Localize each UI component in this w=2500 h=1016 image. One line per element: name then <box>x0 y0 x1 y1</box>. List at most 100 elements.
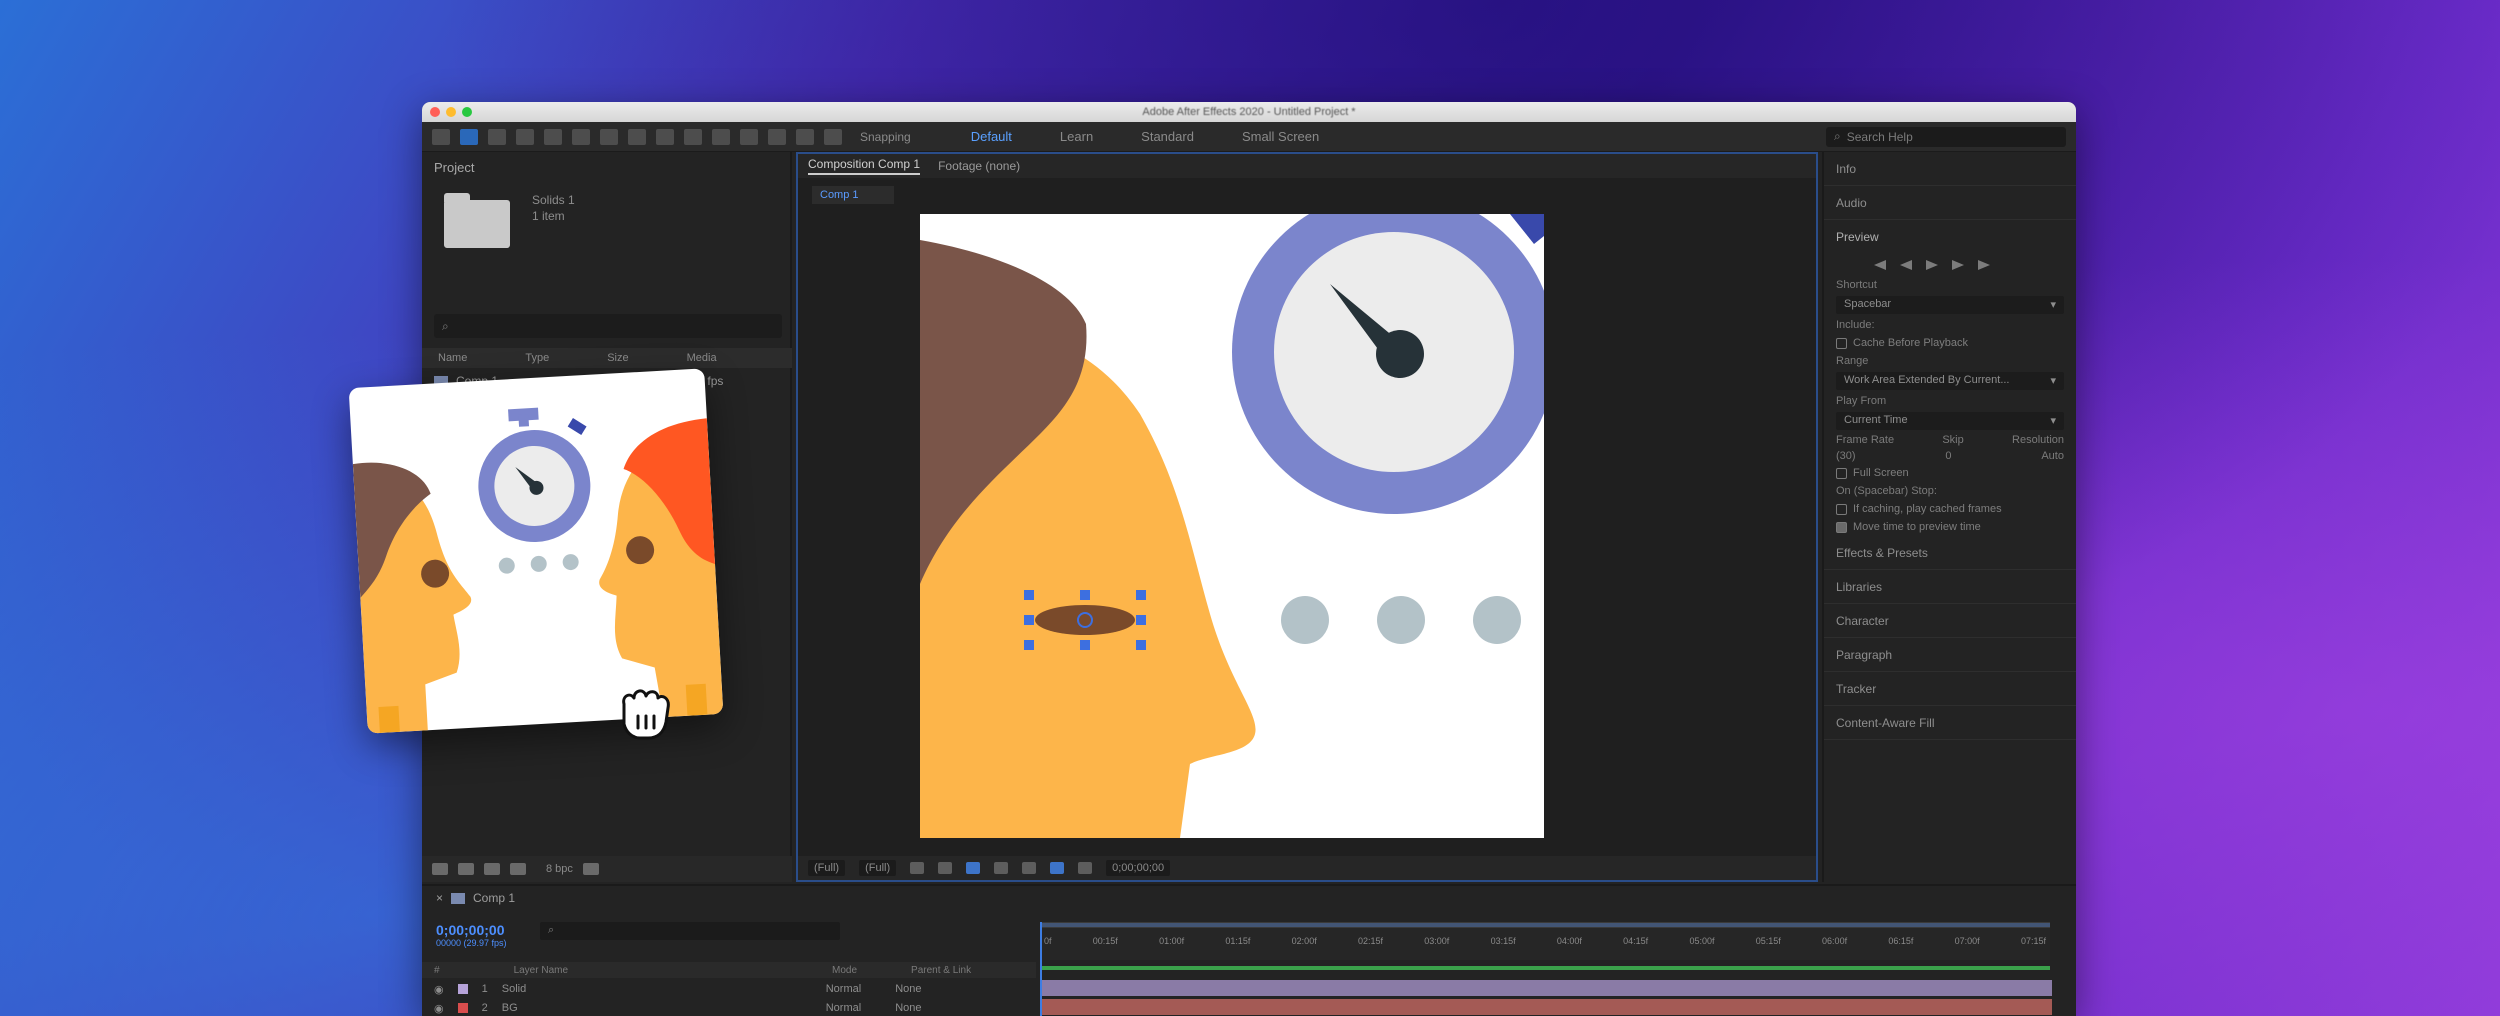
transparency-grid-icon[interactable] <box>938 862 953 874</box>
current-time-display[interactable]: 0;00;00;00 <box>436 922 505 938</box>
column-name[interactable]: Name <box>438 352 467 364</box>
playhead[interactable] <box>1040 922 1042 1016</box>
play-from-select[interactable]: Current Time ▾ <box>1836 412 2064 430</box>
time-ruler[interactable]: 0f 00:15f 01:00f 01:15f 02:00f 02:15f 03… <box>1040 922 2050 960</box>
resolution-select[interactable]: (Full) <box>859 860 897 876</box>
tab-footage[interactable]: Footage (none) <box>938 159 1020 173</box>
last-frame-icon[interactable] <box>1978 260 1990 270</box>
column-parent[interactable]: Parent & Link <box>911 965 971 976</box>
column-layer-name[interactable]: Layer Name <box>514 965 568 976</box>
layer-number: 1 <box>481 983 488 995</box>
hand-tool-icon[interactable] <box>488 128 506 145</box>
roto-tool-icon[interactable] <box>796 128 814 145</box>
layer-color-label[interactable] <box>457 984 468 994</box>
selection-tool-icon[interactable] <box>460 128 478 145</box>
project-panel-title[interactable]: Project <box>422 152 790 183</box>
new-composition-icon[interactable] <box>484 863 500 875</box>
type-tool-icon[interactable] <box>684 128 702 145</box>
move-time-checkbox[interactable]: Move time to preview time <box>1824 518 2076 536</box>
workspace-default[interactable]: Default <box>971 129 1012 144</box>
layer-color-label[interactable] <box>457 1003 468 1013</box>
character-header[interactable]: Character <box>1824 604 2076 638</box>
preview-panel-header[interactable]: Preview <box>1824 220 2076 254</box>
new-folder-icon[interactable] <box>458 863 474 875</box>
fast-preview-icon[interactable] <box>1050 862 1065 874</box>
work-area-bar[interactable] <box>1040 922 2050 928</box>
project-search-input[interactable]: ⌕ <box>434 314 782 338</box>
info-panel-header[interactable]: Info <box>1824 152 2076 186</box>
brush-tool-icon[interactable] <box>712 128 730 145</box>
zoom-tool-icon[interactable] <box>516 128 534 145</box>
play-icon[interactable] <box>1926 260 1938 270</box>
camera-tool-icon[interactable] <box>572 128 590 145</box>
trash-icon[interactable] <box>582 863 599 875</box>
next-frame-icon[interactable] <box>1952 260 1964 270</box>
cache-before-playback-checkbox[interactable]: Cache Before Playback <box>1824 334 2076 352</box>
thumb-dot-2 <box>530 555 547 572</box>
thumb-dot-3 <box>562 554 579 571</box>
workspace-small-screen[interactable]: Small Screen <box>1242 129 1319 144</box>
eraser-tool-icon[interactable] <box>768 128 786 145</box>
column-size[interactable]: Size <box>607 352 628 364</box>
close-icon[interactable]: × <box>436 891 443 905</box>
clone-tool-icon[interactable] <box>740 128 758 145</box>
3d-view-icon[interactable] <box>1078 862 1093 874</box>
dot-3 <box>1473 596 1521 644</box>
snapping-label[interactable]: Snapping <box>860 130 911 144</box>
effects-presets-header[interactable]: Effects & Presets <box>1824 536 2076 570</box>
puppet-tool-icon[interactable] <box>824 128 842 145</box>
frame-rate-select[interactable]: (30) <box>1836 450 1856 462</box>
first-frame-icon[interactable] <box>1874 260 1886 270</box>
comp-navigator-tab[interactable]: Comp 1 <box>812 186 894 204</box>
on-stop-label: On (Spacebar) Stop: <box>1836 485 1937 497</box>
layer-parent[interactable]: None <box>895 983 921 995</box>
visibility-icon[interactable]: ◉ <box>434 983 444 996</box>
audio-panel-header[interactable]: Audio <box>1824 186 2076 220</box>
previous-frame-icon[interactable] <box>1900 260 1912 270</box>
workspace-learn[interactable]: Learn <box>1060 129 1093 144</box>
layer-mode[interactable]: Normal <box>826 983 861 995</box>
mask-visibility-icon[interactable] <box>966 862 981 874</box>
timeline-search-input[interactable]: ⌕ <box>540 922 840 940</box>
home-icon[interactable] <box>432 128 450 145</box>
libraries-header[interactable]: Libraries <box>1824 570 2076 604</box>
layer-row[interactable]: ◉ 2 BG Normal None <box>422 999 1036 1016</box>
composition-viewer[interactable] <box>920 214 1544 838</box>
if-caching-checkbox[interactable]: If caching, play cached frames <box>1824 500 2076 518</box>
resolution-select[interactable]: Auto <box>2041 450 2064 462</box>
anchor-tool-icon[interactable] <box>600 128 618 145</box>
layer-parent[interactable]: None <box>895 1002 921 1014</box>
snapshot-icon[interactable] <box>994 862 1009 874</box>
layer-bar-bg[interactable] <box>1042 999 2052 1015</box>
layer-bar-solid[interactable] <box>1042 980 2052 996</box>
magnification-select[interactable]: (Full) <box>808 860 846 876</box>
tab-composition[interactable]: Composition Comp 1 <box>808 157 921 175</box>
column-media[interactable]: Media <box>687 352 717 364</box>
pen-tool-icon[interactable] <box>656 128 674 145</box>
bit-depth-label[interactable]: 8 bpc <box>546 863 573 875</box>
viewer-timecode[interactable]: 0;00;00;00 <box>1106 860 1171 876</box>
full-screen-checkbox[interactable]: Full Screen <box>1824 464 2076 482</box>
channel-icon[interactable] <box>1022 862 1037 874</box>
layer-row[interactable]: ◉ 1 Solid Normal None <box>422 980 1036 998</box>
column-type[interactable]: Type <box>525 352 549 364</box>
rectangle-tool-icon[interactable] <box>628 128 646 145</box>
workspace-standard[interactable]: Standard <box>1141 129 1194 144</box>
column-mode[interactable]: Mode <box>832 965 857 976</box>
layer-mode[interactable]: Normal <box>826 1002 861 1014</box>
project-settings-icon[interactable] <box>510 863 526 875</box>
visibility-icon[interactable]: ◉ <box>434 1002 444 1015</box>
range-select[interactable]: Work Area Extended By Current... ▾ <box>1836 372 2064 390</box>
composition-icon <box>451 892 466 904</box>
skip-select[interactable]: 0 <box>1945 450 1951 462</box>
content-aware-fill-header[interactable]: Content-Aware Fill <box>1824 706 2076 740</box>
paragraph-header[interactable]: Paragraph <box>1824 638 2076 672</box>
timeline-tab[interactable]: × Comp 1 <box>422 886 2076 910</box>
shortcut-select[interactable]: Spacebar ▾ <box>1836 296 2064 314</box>
tracker-header[interactable]: Tracker <box>1824 672 2076 706</box>
rotate-tool-icon[interactable] <box>544 128 562 145</box>
help-search-input[interactable]: ⌕ Search Help <box>1826 126 2066 147</box>
chevron-down-icon: ▾ <box>2050 375 2056 387</box>
region-of-interest-icon[interactable] <box>910 862 925 874</box>
interpret-footage-icon[interactable] <box>432 863 448 875</box>
